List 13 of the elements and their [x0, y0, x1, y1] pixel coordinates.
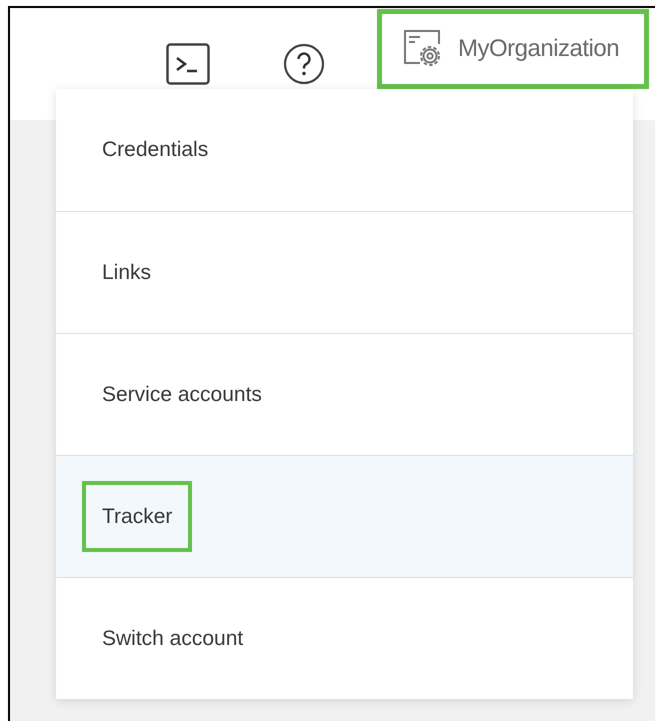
menu-item-row[interactable]: Service accounts — [56, 333, 633, 455]
help-icon[interactable] — [283, 43, 325, 85]
menu-item-row[interactable]: Credentials — [56, 89, 633, 211]
organization-button[interactable]: MyOrganization — [377, 9, 649, 89]
menu-item-row[interactable]: Switch account — [56, 577, 633, 699]
menu-item-label: Service accounts — [101, 382, 263, 408]
menu-item-label: Switch account — [101, 626, 244, 652]
menu-item-row[interactable]: Links — [56, 211, 633, 333]
menu-item-row[interactable]: Tracker — [56, 455, 633, 577]
menu-item-label: Links — [101, 260, 152, 286]
terminal-icon[interactable] — [166, 43, 210, 85]
menu-item-label: Tracker — [82, 480, 192, 552]
menu-item-label: Credentials — [101, 137, 210, 164]
